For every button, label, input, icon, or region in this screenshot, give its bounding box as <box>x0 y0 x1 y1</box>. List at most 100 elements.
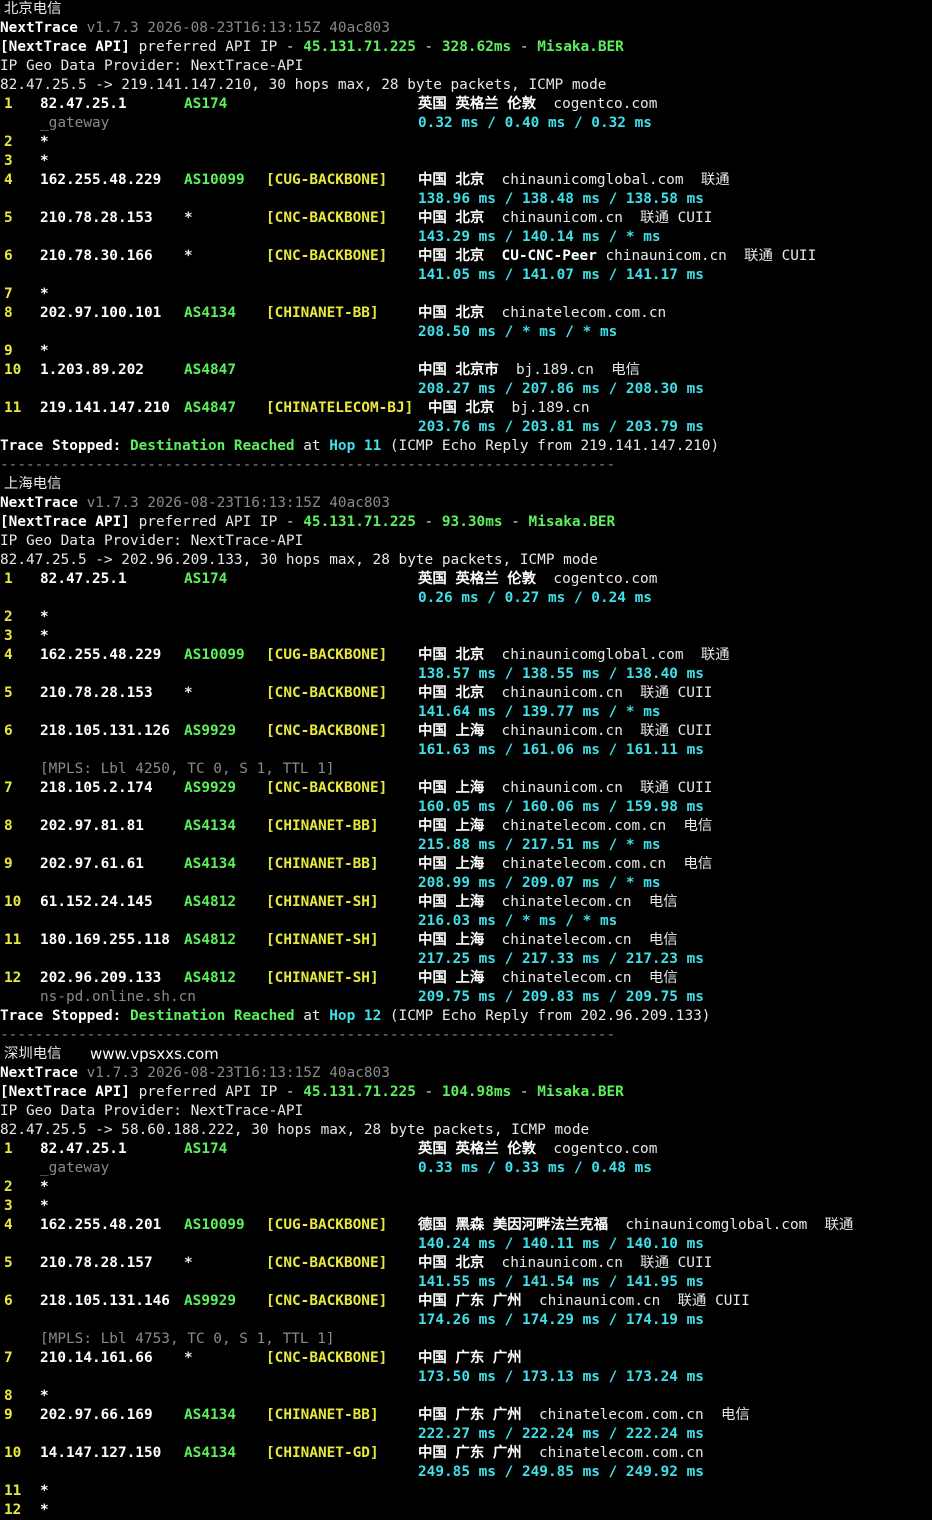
separator-line: ----------------------------------------… <box>0 1026 932 1045</box>
hop-geo: 中国 北京 bj.189.cn <box>428 399 590 418</box>
hop-geo: 中国 北京 chinatelecom.com.cn <box>418 304 666 323</box>
stop-label: Trace Stopped: <box>0 1008 130 1024</box>
api-dash: - <box>511 39 538 55</box>
hop-asn: AS4134 <box>184 856 236 872</box>
terminal-output[interactable]: 北京电信 NextTrace v1.7.3 2026-08-23T16:13:15… <box>0 0 932 1518</box>
hop-tag: [CHINANET-SH] <box>266 894 379 910</box>
hop-asn: * <box>184 1350 193 1366</box>
hop-row: 1 82.47.25.1 AS174 英国 英格兰 伦敦 cogentco.com <box>0 570 932 589</box>
hop-ip: 162.255.48.229 <box>40 647 162 663</box>
hop-ip: 219.141.147.210 <box>40 400 170 416</box>
hop-number: 8 <box>4 818 13 834</box>
hop-number: 9 <box>4 343 13 359</box>
hop-geo-extra: chinatelecom.cn 电信 <box>484 932 678 948</box>
hop-rtt-row: 160.05 ms / 160.06 ms / 159.98 ms <box>0 798 932 817</box>
hop-row: 6 218.105.131.146 AS9929 [CNC-BACKBONE] 中国 广… <box>0 1292 932 1311</box>
hop-mpls-row: [MPLS: Lbl 4753, TC 0, S 1, TTL 1] <box>0 1330 932 1349</box>
route-summary: 82.47.25.5 -> 219.141.147.210, 30 hops m… <box>0 77 607 93</box>
api-node: Misaka.BER <box>528 514 616 530</box>
hop-rtt-row: 138.57 ms / 138.55 ms / 138.40 ms <box>0 665 932 684</box>
hop-asn: AS4847 <box>184 400 236 416</box>
geo-provider-line: IP Geo Data Provider: NextTrace-API <box>0 1102 932 1121</box>
hop-rtt: 141.05 ms / 141.07 ms / 141.17 ms <box>418 267 704 283</box>
stop-tail: (ICMP Echo Reply from 219.141.147.210) <box>381 438 720 454</box>
hop-ip: 162.255.48.229 <box>40 172 162 188</box>
hop-mpls-row: [MPLS: Lbl 4250, TC 0, S 1, TTL 1] <box>0 760 932 779</box>
hop-geo: 中国 上海 chinatelecom.com.cn 电信 <box>418 855 712 874</box>
hop-number: 11 <box>4 1483 22 1499</box>
hop-row: 12 * <box>0 1501 932 1520</box>
api-line: [NextTrace API] preferred API IP - 45.13… <box>0 513 932 532</box>
hop-geo-extra: chinatelecom.cn 电信 <box>484 970 678 986</box>
hop-ip: 210.14.161.66 <box>40 1350 153 1366</box>
hop-row: 5 210.78.28.153 * [CNC-BACKBONE] 中国 北京 china… <box>0 209 932 228</box>
hop-row: 5 210.78.28.157 * [CNC-BACKBONE] 中国 北京 china… <box>0 1254 932 1273</box>
hop-geo: 德国 黑森 美因河畔法兰克福 chinaunicomglobal.com 联通 <box>418 1216 853 1235</box>
hop-asn: AS4134 <box>184 1445 236 1461</box>
api-line: [NextTrace API] preferred API IP - 45.13… <box>0 1083 932 1102</box>
hop-asn: AS4847 <box>184 362 236 378</box>
hop-geo: 中国 上海 chinatelecom.cn 电信 <box>418 969 678 988</box>
hop-number: 7 <box>4 1350 13 1366</box>
hop-rtt: 140.24 ms / 140.11 ms / 140.10 ms <box>418 1236 704 1252</box>
trace-stopped-line: Trace Stopped: Destination Reached at Ho… <box>0 1007 932 1026</box>
hop-geo-extra <box>522 1350 539 1366</box>
api-ip: 45.131.71.225 <box>303 514 416 530</box>
hop-rtt-row: 215.88 ms / 217.51 ms / * ms <box>0 836 932 855</box>
hop-rtt-row: _gateway 0.32 ms / 0.40 ms / 0.32 ms <box>0 114 932 133</box>
hop-ip: 210.78.28.153 <box>40 210 153 226</box>
hop-geo-location: 中国 上海 <box>418 723 485 739</box>
hop-geo-extra: chinaunicom.cn 联通 CUII <box>596 248 817 264</box>
hop-asn: AS10099 <box>184 1217 245 1233</box>
api-latency: 104.98ms <box>441 1084 512 1100</box>
section-label: 上海电信 <box>4 476 62 492</box>
hop-asn: AS174 <box>184 1141 228 1157</box>
hop-geo: 中国 北京 chinaunicomglobal.com 联通 <box>418 171 730 190</box>
api-prefix: [NextTrace API] <box>0 39 130 55</box>
hop-asn: AS174 <box>184 96 228 112</box>
hop-geo-location: 中国 上海 <box>418 932 485 948</box>
hop-tag: [CHINANET-BB] <box>266 856 379 872</box>
hop-tag: [CNC-BACKBONE] <box>266 780 388 796</box>
hop-asn: AS4134 <box>184 1407 236 1423</box>
hop-hostname: _gateway <box>40 1160 110 1176</box>
hop-rtt-row: 140.24 ms / 140.11 ms / 140.10 ms <box>0 1235 932 1254</box>
hop-tag: [CNC-BACKBONE] <box>266 210 388 226</box>
hop-geo-location: 中国 北京 <box>428 400 495 416</box>
hop-number: 3 <box>4 1198 13 1214</box>
hop-ip: 210.78.28.157 <box>40 1255 153 1271</box>
stop-destination: Destination Reached <box>129 438 295 454</box>
hop-geo-extra: cogentco.com <box>536 1141 658 1157</box>
hop-geo-location: 中国 广东 广州 <box>418 1407 522 1423</box>
hop-number: 4 <box>4 172 13 188</box>
hop-geo-extra: chinaunicomglobal.com 联通 <box>608 1217 854 1233</box>
hop-geo-location: 中国 上海 <box>418 856 485 872</box>
hop-row: 7 210.14.161.66 * [CNC-BACKBONE] 中国 广东 广州 <box>0 1349 932 1368</box>
hop-number: 1 <box>4 571 13 587</box>
hop-number: 9 <box>4 1407 13 1423</box>
api-line: [NextTrace API] preferred API IP - 45.13… <box>0 38 932 57</box>
hop-number: 12 <box>4 1502 22 1518</box>
api-ip: 45.131.71.225 <box>303 1084 416 1100</box>
hop-rtt-row: 141.05 ms / 141.07 ms / 141.17 ms <box>0 266 932 285</box>
hop-rtt: 216.03 ms / * ms / * ms <box>418 913 618 929</box>
hop-geo: 中国 北京 chinaunicom.cn 联通 CUII <box>418 684 712 703</box>
hop-ip: 202.97.81.81 <box>40 818 144 834</box>
hop-row: 8 * <box>0 1387 932 1406</box>
hop-rtt-row: 249.85 ms / 249.85 ms / 249.92 ms <box>0 1463 932 1482</box>
hop-row: 2 * <box>0 133 932 152</box>
hop-number: 5 <box>4 1255 13 1271</box>
api-dash: - <box>415 39 442 55</box>
section-label-line: 北京电信 <box>0 0 932 19</box>
hop-asn: AS9929 <box>184 1293 236 1309</box>
hop-geo: 中国 上海 chinaunicom.cn 联通 CUII <box>418 722 712 741</box>
hop-ip: 14.147.127.150 <box>40 1445 162 1461</box>
hop-tag: [CNC-BACKBONE] <box>266 1293 388 1309</box>
hop-rtt: 141.55 ms / 141.54 ms / 141.95 ms <box>418 1274 704 1290</box>
hop-rtt: 0.32 ms / 0.40 ms / 0.32 ms <box>418 115 652 131</box>
hop-rtt-row: 161.63 ms / 161.06 ms / 161.11 ms <box>0 741 932 760</box>
hop-number: 1 <box>4 1141 13 1157</box>
hop-row: 1 82.47.25.1 AS174 英国 英格兰 伦敦 cogentco.com <box>0 95 932 114</box>
hop-row: 3 * <box>0 627 932 646</box>
separator-line: ----------------------------------------… <box>0 456 932 475</box>
